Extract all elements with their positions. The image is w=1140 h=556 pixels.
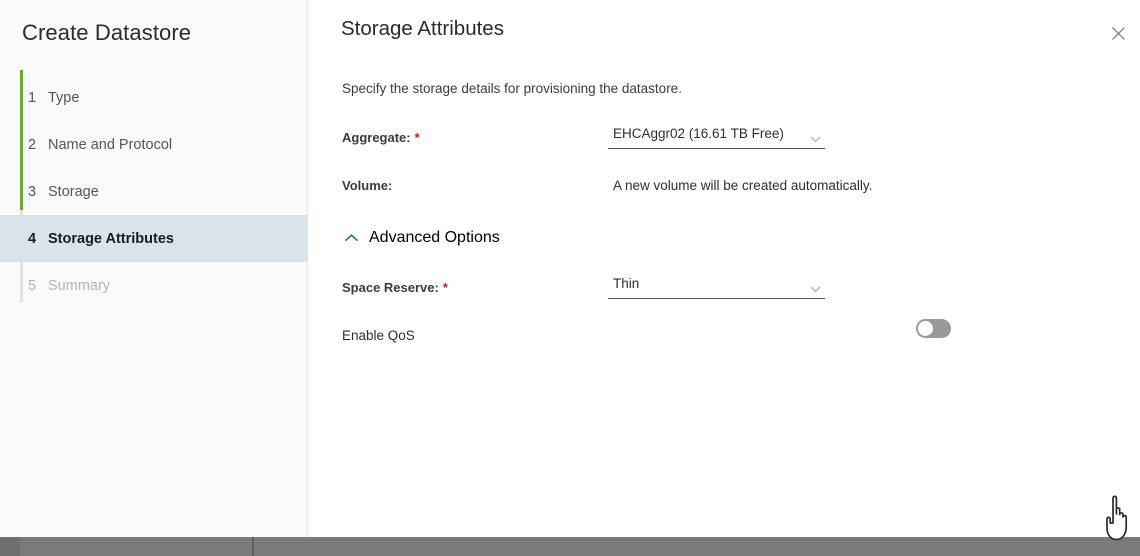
wizard-sidebar: Create Datastore 1 Type 2 Name and Proto…: [0, 0, 308, 537]
sidebar-item-name-and-protocol[interactable]: 2 Name and Protocol: [0, 121, 308, 168]
step-label: Name and Protocol: [48, 137, 172, 153]
chevron-down-icon: [810, 130, 821, 148]
step-number: 5: [28, 278, 48, 294]
step-number: 4: [28, 231, 48, 247]
aggregate-value: EHCAggr02 (16.61 TB Free): [613, 126, 784, 141]
backdrop-left-strip: [0, 537, 20, 556]
advanced-options-label: Advanced Options: [369, 229, 500, 247]
sidebar-item-storage-attributes[interactable]: 4 Storage Attributes: [0, 215, 308, 262]
wizard-content-pane: Storage Attributes Specify the storage d…: [308, 0, 1140, 537]
form-row-enable-qos: Enable QoS: [308, 328, 1140, 354]
step-number: 1: [28, 90, 48, 106]
sidebar-item-summary: 5 Summary: [0, 262, 308, 309]
step-number: 3: [28, 184, 48, 200]
volume-value: A new volume will be created automatical…: [613, 178, 872, 193]
form-row-space-reserve: Space Reserve:* Thin: [308, 280, 1140, 306]
step-number: 2: [28, 137, 48, 153]
backdrop-divider: [252, 537, 254, 556]
step-label: Summary: [48, 278, 110, 294]
step-label: Storage: [48, 184, 99, 200]
sidebar-item-type[interactable]: 1 Type: [0, 74, 308, 121]
form-row-aggregate: Aggregate:* EHCAggr02 (16.61 TB Free): [308, 130, 1140, 156]
create-datastore-modal: Create Datastore 1 Type 2 Name and Proto…: [0, 0, 1140, 537]
modal-footer: CANCEL BACK NEXT: [616, 464, 1140, 537]
wizard-step-list: 1 Type 2 Name and Protocol 3 Storage 4 S…: [0, 74, 308, 309]
required-marker: *: [443, 280, 448, 295]
form-row-volume: Volume: A new volume will be created aut…: [308, 178, 1140, 204]
required-marker: *: [415, 130, 420, 145]
chevron-up-icon: [342, 229, 360, 247]
toggle-knob: [918, 321, 933, 336]
aggregate-select[interactable]: EHCAggr02 (16.61 TB Free): [608, 124, 825, 149]
aggregate-label: Aggregate:*: [342, 130, 420, 145]
wizard-title: Create Datastore: [22, 20, 191, 46]
space-reserve-select[interactable]: Thin: [608, 274, 825, 299]
close-icon: [1111, 26, 1126, 41]
enable-qos-label: Enable QoS: [342, 328, 415, 343]
close-button[interactable]: [1105, 20, 1131, 46]
enable-qos-toggle[interactable]: [916, 319, 951, 338]
sidebar-item-storage[interactable]: 3 Storage: [0, 168, 308, 215]
page-title: Storage Attributes: [341, 17, 504, 41]
space-reserve-value: Thin: [613, 276, 639, 291]
space-reserve-label: Space Reserve:*: [342, 280, 448, 295]
step-label: Storage Attributes: [48, 231, 174, 247]
step-label: Type: [48, 90, 79, 106]
chevron-down-icon: [810, 280, 821, 298]
page-subtitle: Specify the storage details for provisio…: [342, 81, 682, 96]
volume-label: Volume:: [342, 178, 392, 193]
advanced-options-toggle[interactable]: Advanced Options: [342, 229, 500, 247]
